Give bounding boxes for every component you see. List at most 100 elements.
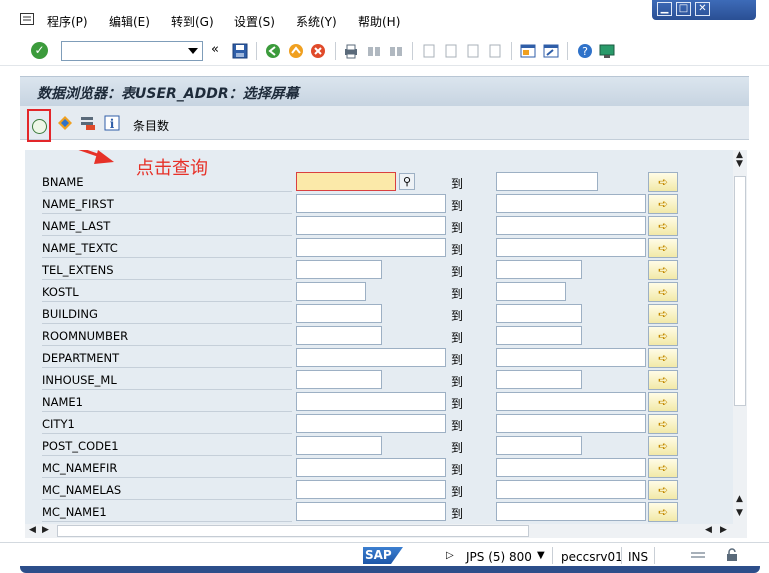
find-next-icon[interactable] [388,43,404,59]
high-value-input[interactable] [496,282,566,301]
multiple-selection-icon[interactable]: ➪ [648,260,678,280]
search-help-icon[interactable]: ⚲ [399,173,415,190]
number-of-entries-button[interactable]: 条目数 [133,117,169,134]
low-value-input[interactable] [296,260,382,279]
back-icon[interactable] [265,43,281,59]
get-variant-icon[interactable] [57,115,73,131]
help-icon[interactable]: ? [577,43,593,59]
low-value-input[interactable] [296,502,446,521]
multiple-selection-icon[interactable]: ➪ [648,194,678,214]
low-value-input[interactable] [296,370,382,389]
menu-edit[interactable]: 编辑(E) [109,13,150,30]
close-button[interactable]: ✕ [695,2,710,16]
low-value-input[interactable] [296,348,446,367]
menu-help[interactable]: 帮助(H) [358,13,400,30]
low-value-input[interactable] [296,304,382,323]
enter-check-icon[interactable]: ✓ [31,42,48,59]
menu-program[interactable]: 程序(P) [47,13,88,30]
multiple-selection-icon[interactable]: ➪ [648,392,678,412]
high-value-input[interactable] [496,436,582,455]
scroll-right-icon[interactable]: ▶ [720,525,727,535]
print-icon[interactable] [343,43,359,59]
multiple-selection-icon[interactable]: ➪ [648,436,678,456]
multiple-selection-icon[interactable]: ➪ [648,348,678,368]
horizontal-scrollbar[interactable]: ◀ ▶ ◀ ▶ [25,524,747,538]
high-value-input[interactable] [496,392,646,411]
scroll-page-right-icon[interactable]: ◀ [705,525,712,535]
low-value-input[interactable] [296,194,446,213]
scroll-left-icon[interactable]: ◀ [29,525,36,535]
insert-mode[interactable]: INS [628,550,648,564]
field-label: POST_CODE1 [42,439,292,456]
low-value-input[interactable] [296,392,446,411]
system-info-dropdown-icon[interactable]: ▼ [537,550,545,561]
vertical-scroll-thumb[interactable] [734,176,746,406]
multiple-selection-icon[interactable]: ➪ [648,282,678,302]
low-value-input[interactable] [296,480,446,499]
multiple-selection-icon[interactable]: ➪ [648,238,678,258]
next-page-icon[interactable] [465,43,481,59]
multiple-selection-icon[interactable]: ➪ [648,502,678,522]
scroll-down-icon[interactable]: ▼ [736,508,743,518]
high-value-input[interactable] [496,238,646,257]
multiple-selection-icon[interactable]: ➪ [648,326,678,346]
multiple-selection-icon[interactable]: ➪ [648,458,678,478]
high-value-input[interactable] [496,480,646,499]
high-value-input[interactable] [496,326,582,345]
execute-button[interactable] [27,109,51,142]
new-session-icon[interactable] [520,43,536,59]
command-field[interactable] [61,41,203,61]
status-expand-icon[interactable]: ▷ [446,550,454,561]
multiple-selection-icon[interactable]: ➪ [648,480,678,500]
high-value-input[interactable] [496,172,598,191]
multiple-selection-icon[interactable]: ➪ [648,370,678,390]
high-value-input[interactable] [496,194,646,213]
high-value-input[interactable] [496,370,582,389]
chevron-down-icon[interactable] [188,48,198,54]
low-value-input[interactable] [296,436,382,455]
low-value-input[interactable] [296,458,446,477]
last-page-icon[interactable] [487,43,503,59]
exit-icon[interactable] [288,43,304,59]
scroll-page-down-icon[interactable]: ▲ [736,494,743,504]
multiple-selection-icon[interactable]: ➪ [648,414,678,434]
multiple-selection-icon[interactable]: ➪ [648,304,678,324]
minimize-button[interactable]: ▁ [657,2,672,16]
low-value-input[interactable] [296,326,382,345]
scroll-page-left-icon[interactable]: ▶ [42,525,49,535]
maximize-button[interactable]: □ [676,2,691,16]
high-value-input[interactable] [496,216,646,235]
first-page-icon[interactable] [421,43,437,59]
information-icon[interactable]: i [104,115,120,131]
save-icon[interactable] [232,43,248,59]
low-value-input[interactable] [296,216,446,235]
low-value-input[interactable] [296,414,446,433]
menu-system[interactable]: 系统(Y) [296,13,337,30]
layout-menu-icon[interactable] [599,43,615,59]
multiple-selection-icon[interactable]: ➪ [648,216,678,236]
vertical-scrollbar[interactable]: ▲ ▼ ▲ ▼ [733,150,747,524]
menu-goto[interactable]: 转到(G) [171,13,214,30]
high-value-input[interactable] [496,348,646,367]
multiple-selection-icon[interactable]: ➪ [648,172,678,192]
menu-list-icon[interactable] [20,13,34,25]
horizontal-scroll-thumb[interactable] [57,525,529,537]
high-value-input[interactable] [496,414,646,433]
delete-selection-icon[interactable] [80,115,96,131]
find-icon[interactable] [366,43,382,59]
previous-page-icon[interactable] [443,43,459,59]
selection-row: BNAME ⚲ 到 ➪ [25,171,685,193]
collapse-command-button[interactable]: « [211,42,219,57]
cancel-icon[interactable] [310,43,326,59]
menu-settings[interactable]: 设置(S) [234,13,275,30]
scroll-page-up-icon[interactable]: ▼ [736,159,743,169]
low-value-input[interactable] [296,238,446,257]
shortcut-icon[interactable] [543,43,559,59]
high-value-input[interactable] [496,304,582,323]
high-value-input[interactable] [496,502,646,521]
high-value-input[interactable] [496,260,582,279]
lock-icon[interactable] [725,548,739,562]
low-value-input[interactable] [296,282,366,301]
low-value-input[interactable] [296,172,396,191]
high-value-input[interactable] [496,458,646,477]
